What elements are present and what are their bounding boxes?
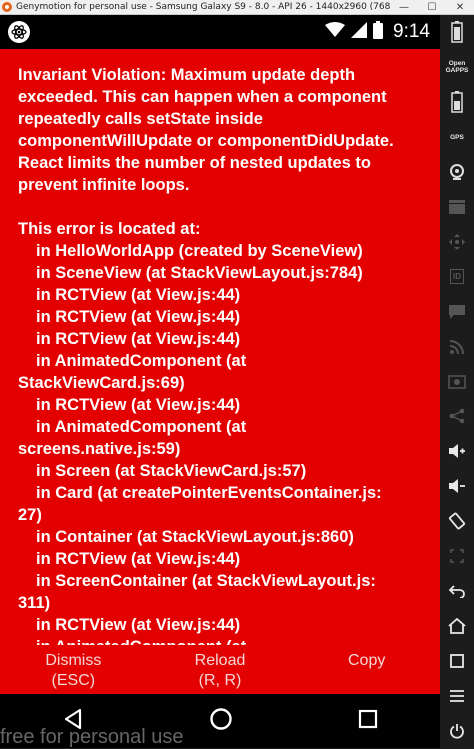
webcam-icon[interactable] <box>440 155 474 190</box>
stack-frame: in RCTView (at View.js:44) <box>36 396 241 414</box>
dismiss-shortcut: (ESC) <box>51 672 96 689</box>
window-titlebar: Genymotion for personal use - Samsung Ga… <box>0 0 474 15</box>
stack-frame: screens.native.js:59) <box>18 440 181 458</box>
window-title: Genymotion for personal use - Samsung Ga… <box>16 2 390 12</box>
screen-record-icon[interactable] <box>440 364 474 399</box>
rss-icon[interactable] <box>440 329 474 364</box>
stack-frame: in ScreenContainer (at StackViewLayout.j… <box>36 572 376 590</box>
gps-button[interactable]: GPS <box>440 120 474 155</box>
android-home-icon[interactable] <box>440 608 474 643</box>
stack-frame: in RCTView (at View.js:44) <box>36 550 241 568</box>
stack-frame: 311) <box>18 594 51 612</box>
minimize-button[interactable]: — <box>390 0 418 14</box>
reload-button[interactable]: Reload (R, R) <box>147 645 294 694</box>
open-gapps-button[interactable]: Open GAPPS <box>440 50 474 85</box>
copy-button[interactable]: Copy <box>293 645 440 694</box>
wifi-icon <box>325 21 346 43</box>
genymotion-side-panel: Open GAPPS GPS ID <box>440 15 474 748</box>
android-menu-icon[interactable] <box>440 678 474 713</box>
android-status-bar: 9:14 <box>0 15 440 49</box>
cell-signal-icon <box>351 21 368 43</box>
stack-frame: in RCTView (at View.js:44) <box>36 616 241 634</box>
battery-widget-icon[interactable] <box>440 15 474 50</box>
pixel-perfect-icon[interactable] <box>440 539 474 574</box>
stack-frame: in SceneView (at StackViewLayout.js:784) <box>36 264 363 282</box>
device-id-label: ID <box>450 269 464 285</box>
redbox-button-row: Dismiss (ESC) Reload (R, R) Copy <box>0 645 440 694</box>
volume-down-icon[interactable] <box>440 469 474 504</box>
stack-frame: in HelloWorldApp (created by SceneView) <box>36 242 363 260</box>
reload-label: Reload <box>194 652 246 669</box>
genymotion-app-icon <box>2 2 12 12</box>
dismiss-button[interactable]: Dismiss (ESC) <box>0 645 147 694</box>
gps-label: GPS <box>450 133 464 141</box>
maximize-button[interactable]: ☐ <box>418 0 446 14</box>
android-recents-icon[interactable] <box>440 643 474 678</box>
stack-frame: in AnimatedComponent (at <box>36 352 247 370</box>
stack-frame: in AnimatedComponent (at <box>18 636 422 645</box>
power-icon[interactable] <box>440 713 474 748</box>
stack-frame: in Card (at createPointerEventsContainer… <box>36 484 382 502</box>
stack-frame: in RCTView (at View.js:44) <box>36 286 241 304</box>
error-scroll-area[interactable]: Invariant Violation: Maximum update dept… <box>0 49 440 645</box>
stack-frame: 27) <box>18 506 42 524</box>
clapper-icon[interactable] <box>440 190 474 225</box>
stack-frame: in Container (at StackViewLayout.js:860) <box>36 528 354 546</box>
volume-up-icon[interactable] <box>440 434 474 469</box>
component-stack: in HelloWorldApp (created by SceneView) i… <box>18 240 422 645</box>
status-clock: 9:14 <box>393 21 430 42</box>
stack-header: This error is located at: <box>18 220 201 238</box>
stack-frame: in AnimatedComponent (at <box>36 418 247 436</box>
battery-icon[interactable] <box>440 85 474 120</box>
close-button[interactable]: ✕ <box>446 0 474 14</box>
react-app-icon <box>8 21 30 43</box>
copy-label: Copy <box>348 652 386 669</box>
battery-icon <box>373 20 384 44</box>
stack-frame: in Screen (at StackViewCard.js:57) <box>36 462 307 480</box>
personal-use-watermark: free for personal use <box>0 726 184 748</box>
status-icons: 9:14 <box>325 20 430 44</box>
android-back-icon[interactable] <box>440 574 474 609</box>
share-icon[interactable] <box>440 399 474 434</box>
react-native-redbox: Invariant Violation: Maximum update dept… <box>0 49 440 694</box>
open-gapps-label: Open GAPPS <box>445 60 469 75</box>
dismiss-label: Dismiss <box>45 652 102 669</box>
rotate-icon[interactable] <box>440 504 474 539</box>
recents-icon[interactable] <box>358 709 378 734</box>
reload-shortcut: (R, R) <box>198 672 242 689</box>
window-controls: — ☐ ✕ <box>390 0 474 14</box>
error-message: Invariant Violation: Maximum update dept… <box>18 66 394 194</box>
home-icon[interactable] <box>209 707 233 736</box>
stack-frame: StackViewCard.js:69) <box>18 374 185 392</box>
sms-icon[interactable] <box>440 294 474 329</box>
move-icon[interactable] <box>440 224 474 259</box>
stack-frame: in RCTView (at View.js:44) <box>36 330 241 348</box>
device-id-button[interactable]: ID <box>440 259 474 294</box>
stack-frame: in RCTView (at View.js:44) <box>36 308 241 326</box>
